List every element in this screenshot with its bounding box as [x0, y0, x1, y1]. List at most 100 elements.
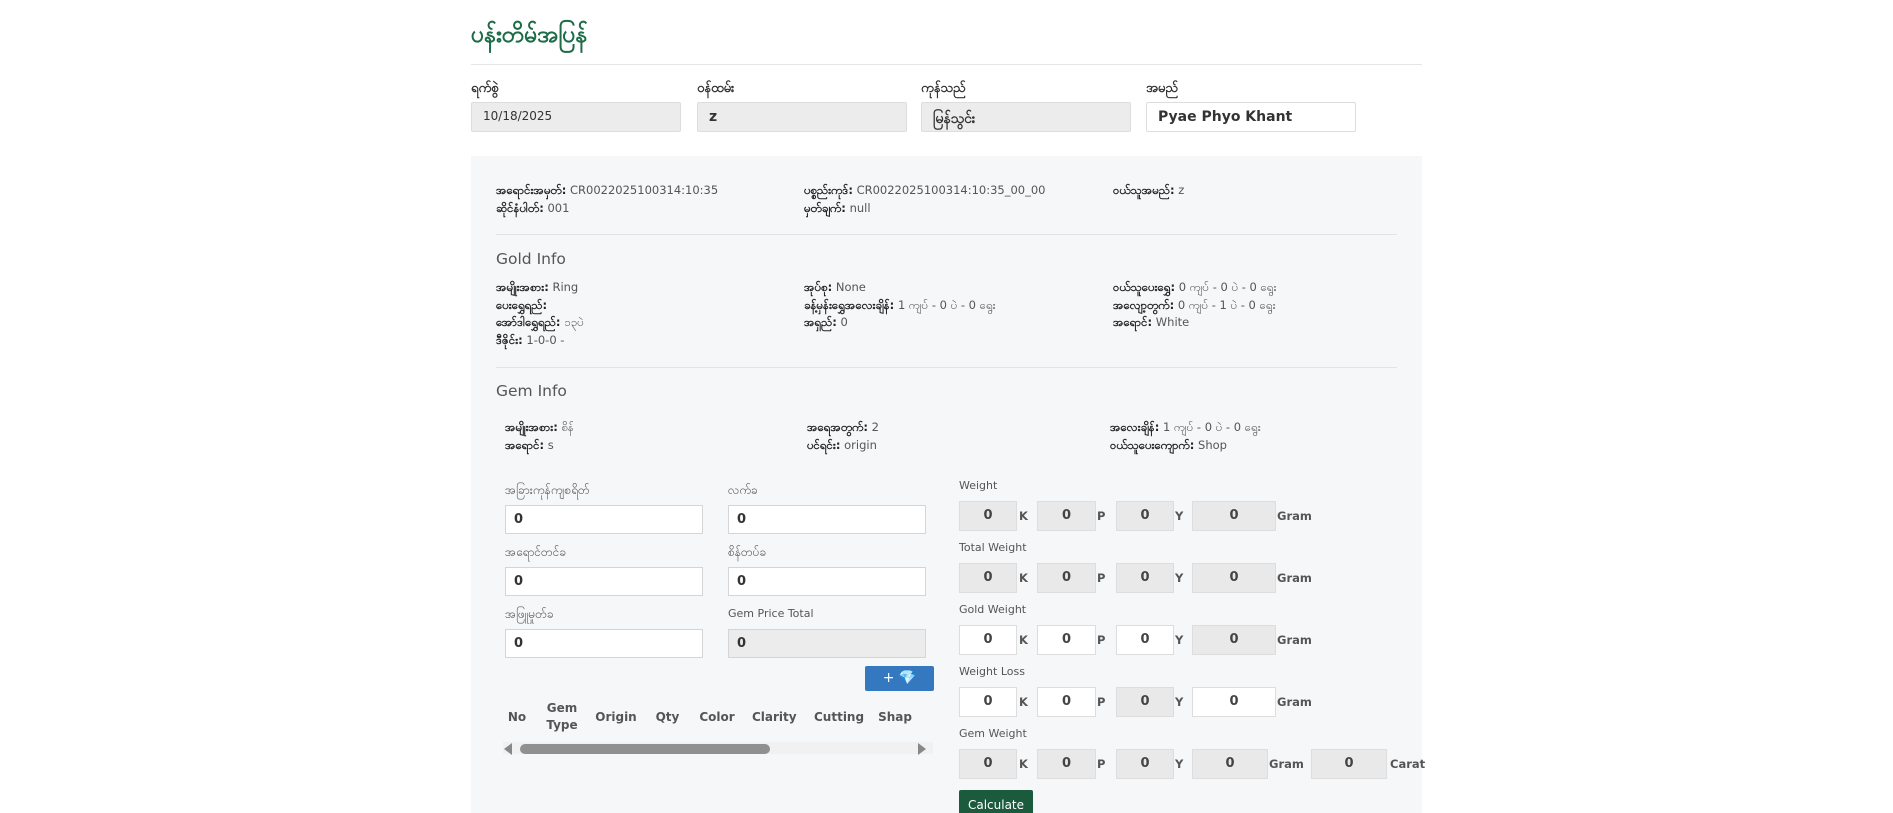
- gold-weight-y-unit: Y: [1175, 633, 1184, 647]
- shop-number: 001: [547, 200, 570, 215]
- gem-info-col-1: အမျိုးအစား: စိန် အရောင်: s: [505, 420, 574, 452]
- gem-qty: 2: [871, 420, 879, 434]
- weight-loss-p-input[interactable]: 0: [1037, 687, 1096, 717]
- gold-weight-gram-unit: Gram: [1277, 633, 1312, 647]
- table-header-color: Color: [699, 710, 735, 724]
- gold-info-col-1: အမျိုးအစား: Ring ပေးရွှေရည်: အော်ဒါရွှေရ…: [496, 280, 584, 347]
- table-header-gem-type: Gem Type: [546, 701, 578, 732]
- table-header-clarity: Clarity: [752, 710, 797, 724]
- staff-input[interactable]: z: [697, 102, 907, 132]
- item-code: CR0022025100314:10:35_00_00: [856, 183, 1046, 197]
- gold-weight-p-unit: P: [1097, 633, 1106, 647]
- gem-setting-input[interactable]: 0: [728, 567, 926, 596]
- scroll-right-icon[interactable]: [918, 743, 926, 755]
- name-input[interactable]: Pyae Phyo Khant: [1146, 102, 1356, 132]
- gem-weight-p-input[interactable]: 0: [1037, 749, 1096, 779]
- gold-type: Ring: [552, 280, 579, 294]
- gold-purity: 0: [840, 315, 848, 329]
- labor-cost-input[interactable]: 0: [728, 505, 926, 534]
- gem-weight-k-unit: K: [1019, 757, 1028, 771]
- total-weight-gram-unit: Gram: [1277, 571, 1312, 585]
- calculate-button[interactable]: Calculate: [959, 790, 1033, 813]
- gold-weight-p-input[interactable]: 0: [1037, 625, 1096, 655]
- date-label: ရက်စွဲ: [471, 81, 499, 96]
- order-quality: ၁၃ပဲ: [564, 315, 584, 329]
- total-weight-y-unit: Y: [1175, 571, 1184, 585]
- gold-weight-k-input[interactable]: 0: [959, 625, 1017, 655]
- gem-color: s: [547, 437, 554, 452]
- weight-loss-k-input[interactable]: 0: [959, 687, 1017, 717]
- total-weight-k-input[interactable]: 0: [959, 563, 1017, 593]
- gem-weight-gram-input[interactable]: 0: [1192, 749, 1268, 779]
- table-header-qty: Qty: [655, 710, 680, 724]
- gold-info-title: Gold Info: [496, 250, 566, 268]
- gold-weight-label: Gold Weight: [959, 603, 1027, 616]
- weight-loss-k-unit: K: [1019, 695, 1028, 709]
- weight-loss-y-input[interactable]: 0: [1116, 687, 1174, 717]
- gold-weight-y-input[interactable]: 0: [1116, 625, 1174, 655]
- order-info-col-1: အရောင်းအမှတ်: CR0022025100314:10:35 ဆိုင…: [496, 183, 719, 215]
- weight-loss-gram-input[interactable]: 0: [1192, 687, 1276, 717]
- gem-weight-carat-unit: Carat: [1390, 757, 1426, 771]
- total-weight-k-unit: K: [1019, 571, 1028, 585]
- repair-cost-input[interactable]: 0: [505, 629, 703, 658]
- other-cost-input[interactable]: 0: [505, 505, 703, 534]
- gem-price-total-input: 0: [728, 629, 926, 658]
- table-header-origin: Origin: [595, 710, 637, 724]
- gold-weight-k-unit: K: [1019, 633, 1028, 647]
- color-charge-label: အရောင်တင်ခ: [505, 545, 567, 559]
- color-charge-input[interactable]: 0: [505, 567, 703, 596]
- gem-weight-y-unit: Y: [1175, 757, 1184, 771]
- weight-k-input[interactable]: 0: [959, 501, 1017, 531]
- voucher-number: CR0022025100314:10:35: [570, 183, 719, 197]
- staff-field-group: ဝန်ထမ်း z: [697, 80, 907, 132]
- weight-p-unit: P: [1097, 509, 1106, 523]
- gem-weight-k-input[interactable]: 0: [959, 749, 1017, 779]
- weight-y-unit: Y: [1175, 509, 1184, 523]
- date-field-group: ရက်စွဲ 10/18/2025: [471, 80, 681, 132]
- date-input[interactable]: 10/18/2025: [471, 102, 681, 132]
- total-weight-gram-input[interactable]: 0: [1192, 563, 1276, 593]
- merchant-field-group: ကုန်သည် မြန်သွင်း: [921, 80, 1131, 132]
- gem-weight-info: 1 ကျပ် - 0 ပဲ - 0 ရွေး: [1163, 420, 1261, 434]
- add-gem-button[interactable]: + 💎: [865, 666, 934, 691]
- merchant-input[interactable]: မြန်သွင်း: [921, 102, 1131, 132]
- title-divider: [471, 64, 1422, 65]
- gold-info-col-3: ဝယ်သူပေးရွှေ: 0 ကျပ် - 0 ပဲ - 0 ရွေး အလျ…: [1113, 280, 1277, 329]
- gem-type: စိန်: [561, 420, 574, 434]
- total-weight-p-unit: P: [1097, 571, 1106, 585]
- estimated-weight: 1 ကျပ် - 0 ပဲ - 0 ရွေး: [897, 297, 996, 312]
- gold-design: 1-0-0 -: [526, 332, 565, 347]
- buyer-gem: Shop: [1198, 437, 1227, 452]
- staff-label: ဝန်ထမ်း: [697, 81, 735, 96]
- gem-weight-gram-unit: Gram: [1269, 757, 1304, 771]
- gem-weight-carat-input[interactable]: 0: [1311, 749, 1387, 779]
- gem-info-title: Gem Info: [496, 382, 567, 400]
- weight-gram-unit: Gram: [1277, 509, 1312, 523]
- weight-loss-gram-unit: Gram: [1277, 695, 1312, 709]
- gem-origin: origin: [844, 437, 877, 452]
- table-scrollbar-thumb[interactable]: [520, 744, 770, 754]
- table-header-shape: Shap: [878, 710, 912, 724]
- weight-gram-input[interactable]: 0: [1192, 501, 1276, 531]
- table-header-cutting: Cutting: [814, 710, 865, 724]
- order-info-col-3: ဝယ်သူအမည်: z: [1113, 183, 1185, 197]
- total-weight-y-input[interactable]: 0: [1116, 563, 1174, 593]
- weight-p-input[interactable]: 0: [1037, 501, 1096, 531]
- gem-weight-y-input[interactable]: 0: [1116, 749, 1174, 779]
- gem-weight-p-unit: P: [1097, 757, 1106, 771]
- total-weight-label: Total Weight: [959, 541, 1027, 554]
- weight-y-input[interactable]: 0: [1116, 501, 1174, 531]
- gold-set: None: [835, 280, 866, 294]
- name-label: အမည်: [1146, 81, 1178, 96]
- gold-weight-gram-input[interactable]: 0: [1192, 625, 1276, 655]
- total-weight-p-input[interactable]: 0: [1037, 563, 1096, 593]
- labor-cost-label: လက်ခ: [728, 483, 758, 497]
- gem-info-col-3: အလေးချိန်: 1 ကျပ် - 0 ပဲ - 0 ရွေး ဝယ်သူပ…: [1110, 420, 1261, 452]
- gem-setting-label: စိန်တပ်ခ: [728, 545, 767, 559]
- divider: [496, 234, 1397, 235]
- buyer-gold-weight: 0 ကျပ် - 0 ပဲ - 0 ရွေး: [1178, 280, 1277, 294]
- order-info-col-2: ပစ္စည်းကုဒ်: CR0022025100314:10:35_00_00…: [804, 183, 1046, 215]
- weight-k-unit: K: [1019, 509, 1028, 523]
- scroll-left-icon[interactable]: [504, 743, 512, 755]
